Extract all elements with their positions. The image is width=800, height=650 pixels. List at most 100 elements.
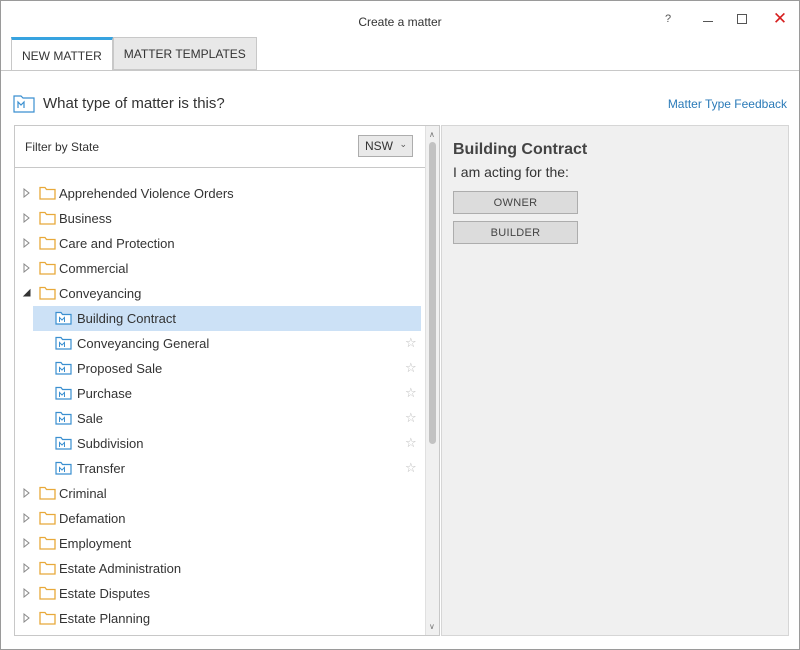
tree-item-label: Criminal: [59, 486, 107, 501]
close-button[interactable]: ✕: [765, 7, 795, 31]
tree-item-label: Employment: [59, 536, 132, 551]
favorite-star-icon[interactable]: ☆: [405, 335, 417, 351]
expand-arrow-icon[interactable]: [22, 588, 32, 598]
matter-type-icon: [55, 336, 72, 350]
tree-item-label: Sale: [77, 411, 104, 426]
expand-arrow-icon[interactable]: [22, 263, 32, 273]
expand-arrow-icon[interactable]: [22, 538, 32, 548]
tree-item-defamation[interactable]: Defamation: [15, 506, 423, 531]
scroll-up-arrow-icon[interactable]: ∧: [429, 130, 435, 139]
matter-type-feedback-link[interactable]: Matter Type Feedback: [668, 97, 787, 111]
tree-item-label: Estate Administration: [59, 561, 182, 576]
tree-item-business[interactable]: Business: [15, 206, 423, 231]
tree-item-employment[interactable]: Employment: [15, 531, 423, 556]
matter-type-icon: [55, 361, 72, 375]
tree-item-subdivision[interactable]: Subdivision ☆: [15, 431, 423, 456]
folder-icon: [39, 236, 56, 250]
tree-item-label: Apprehended Violence Orders: [59, 186, 234, 201]
tree-item-purchase[interactable]: Purchase ☆: [15, 381, 423, 406]
folder-icon: [39, 511, 56, 525]
favorite-star-icon[interactable]: ☆: [405, 385, 417, 401]
builder-button[interactable]: BUILDER: [453, 221, 578, 244]
tree-item-label: Proposed Sale: [77, 361, 163, 376]
maximize-button[interactable]: [727, 7, 757, 31]
tree-item-label: Purchase: [77, 386, 132, 401]
tree-item-criminal[interactable]: Criminal: [15, 481, 423, 506]
folder-icon: [39, 186, 56, 200]
tree-item-label: Conveyancing: [59, 286, 142, 301]
tree-item-label: Subdivision: [77, 436, 144, 451]
tree-item-transfer[interactable]: Transfer ☆: [15, 456, 423, 481]
folder-icon: [39, 536, 56, 550]
folder-icon: [39, 261, 56, 275]
tree-item-label: Commercial: [59, 261, 129, 276]
tree-item-estate-disputes[interactable]: Estate Disputes: [15, 581, 423, 606]
tree-item-conveyancing[interactable]: Conveyancing: [15, 281, 423, 306]
favorite-star-icon[interactable]: ☆: [405, 410, 417, 426]
chevron-down-icon: ⌄: [399, 139, 407, 149]
close-icon: ✕: [772, 9, 788, 28]
tree-item-estate-planning[interactable]: Estate Planning: [15, 606, 423, 631]
question-text: What type of matter is this?: [43, 94, 225, 112]
folder-icon: [39, 486, 56, 500]
tree-item-label: Estate Planning: [59, 611, 151, 626]
tree-item-proposed-sale[interactable]: Proposed Sale ☆: [15, 356, 423, 381]
detail-title: Building Contract: [453, 141, 588, 158]
collapse-arrow-icon[interactable]: [22, 288, 32, 298]
help-button[interactable]: ?: [653, 7, 683, 31]
expand-arrow-icon[interactable]: [22, 563, 32, 573]
tab-bar: NEW MATTER MATTER TEMPLATES: [11, 37, 257, 71]
detail-subtitle: I am acting for the:: [453, 164, 569, 180]
tree-item-care-and-protection[interactable]: Care and Protection: [15, 231, 423, 256]
expand-arrow-icon[interactable]: [22, 488, 32, 498]
expand-arrow-icon[interactable]: [22, 213, 32, 223]
tree-item-label: Defamation: [59, 511, 126, 526]
tree-item-label: Building Contract: [77, 311, 176, 326]
create-matter-window: Create a matter ? ✕ NEW MATTER MATTER TE…: [0, 0, 800, 650]
expand-arrow-icon[interactable]: [22, 513, 32, 523]
matter-type-icon: [55, 461, 72, 475]
expand-arrow-icon[interactable]: [22, 613, 32, 623]
tree-item-apprehended-violence-orders[interactable]: Apprehended Violence Orders: [15, 181, 423, 206]
scrollbar-thumb[interactable]: [429, 142, 436, 444]
tree-item-estate-administration[interactable]: Estate Administration: [15, 556, 423, 581]
scroll-down-arrow-icon[interactable]: ∨: [429, 622, 435, 631]
favorite-star-icon[interactable]: ☆: [405, 460, 417, 476]
filter-row: Filter by State NSW ⌄: [15, 126, 425, 168]
tree-item-label: Conveyancing General: [77, 336, 210, 351]
owner-button[interactable]: OWNER: [453, 191, 578, 214]
matter-type-icon: [55, 386, 72, 400]
folder-icon: [39, 286, 56, 300]
minimize-button[interactable]: [693, 7, 723, 31]
tree-scrollbar[interactable]: ∧ ∨: [425, 126, 439, 635]
tree-item-commercial[interactable]: Commercial: [15, 256, 423, 281]
tree-item-label: Business: [59, 211, 112, 226]
matter-type-icon: [55, 436, 72, 450]
tab-matter-templates[interactable]: MATTER TEMPLATES: [112, 37, 257, 70]
state-select[interactable]: NSW ⌄: [358, 135, 413, 157]
tree-item-building-contract[interactable]: Building Contract: [15, 306, 423, 331]
folder-icon: [39, 611, 56, 625]
favorite-star-icon[interactable]: ☆: [405, 360, 417, 376]
filter-label: Filter by State: [25, 140, 100, 154]
favorite-star-icon[interactable]: ☆: [405, 435, 417, 451]
expand-arrow-icon[interactable]: [22, 188, 32, 198]
tree-item-sale[interactable]: Sale ☆: [15, 406, 423, 431]
expand-arrow-icon[interactable]: [22, 238, 32, 248]
tree-item-conveyancing-general[interactable]: Conveyancing General ☆: [15, 331, 423, 356]
maximize-icon: [737, 14, 747, 24]
folder-icon: [39, 586, 56, 600]
matter-type-icon: [55, 411, 72, 425]
matter-type-tree: Apprehended Violence Orders Business Car…: [15, 181, 423, 631]
matter-detail-panel: Building Contract I am acting for the: O…: [441, 125, 789, 636]
tree-item-label: Estate Disputes: [59, 586, 151, 601]
help-icon: ?: [664, 13, 672, 25]
matter-type-icon: [55, 311, 72, 325]
tab-new-matter[interactable]: NEW MATTER: [11, 37, 113, 71]
folder-icon: [39, 211, 56, 225]
question-header: What type of matter is this?: [13, 93, 225, 113]
tab-divider: [1, 70, 799, 71]
state-select-value: NSW: [365, 139, 393, 153]
title-bar: Create a matter ? ✕: [1, 1, 799, 37]
minimize-icon: [703, 20, 713, 22]
